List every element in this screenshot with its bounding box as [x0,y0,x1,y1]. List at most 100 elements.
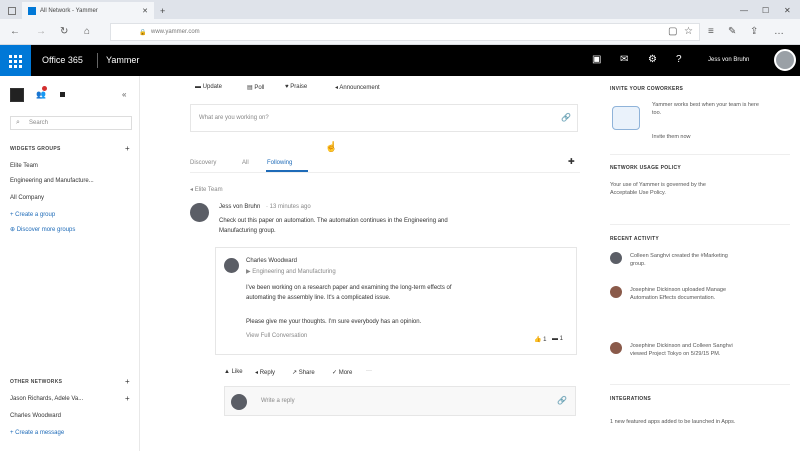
notes-icon[interactable]: ✎ [728,26,736,38]
back-icon[interactable]: ← [10,26,20,38]
inbox-nav-icon[interactable] [60,92,65,97]
tab-icon [8,6,16,15]
search-placeholder: Search [29,120,49,126]
mouse-cursor-icon: ☝ [325,142,338,153]
share-icon[interactable]: ⇪ [750,26,758,38]
shared-body-line-2: automating the assembly line. It's a com… [246,295,391,301]
feed-settings-icon[interactable]: ✚ [568,157,575,166]
shared-body-line-1: I've been working on a research paper an… [246,285,452,291]
reply-box[interactable]: Write a reply 🔗 [224,386,576,416]
close-window-icon[interactable]: ✕ [784,2,791,19]
user-avatar[interactable] [774,49,796,71]
people-icon[interactable]: 👥 [36,90,46,99]
sidebar-item-message-1[interactable]: Jason Richards, Adele Va... [10,396,83,402]
browser-tab-active[interactable]: All Network - Yammer ✕ [22,2,154,19]
discover-groups-link[interactable]: ⊕ Discover more groups [10,226,75,233]
office-365-link[interactable]: Office 365 [42,55,83,65]
message-add-icon[interactable]: + [125,394,130,403]
other-networks-heading: OTHER NETWORKS [10,379,63,385]
publisher-tab-update[interactable]: ▬ Update [195,84,222,90]
reply-icon: ▬ [552,336,560,342]
policy-text[interactable]: Your use of Yammer is governed by the Ac… [610,181,730,197]
address-bar[interactable]: 🔒 www.yammer.com [110,23,700,41]
favorites-hub-icon[interactable]: ≡ [708,26,714,38]
shared-group[interactable]: ▶ Engineering and Manufacturing [246,268,336,275]
publisher-tab-praise[interactable]: ♥ Praise [285,84,307,90]
user-name[interactable]: Jess von Bruhn [708,57,749,63]
tab-list-button[interactable] [2,2,20,19]
share-button[interactable]: ↗ Share [292,369,315,376]
activity-item[interactable]: Josephine Dickinson uploaded Manage Auto… [630,286,740,302]
shared-replies: ▬ 1 [552,336,564,342]
favorite-star-icon[interactable]: ☆ [684,26,693,38]
create-group-link[interactable]: + Create a group [10,212,55,218]
sidebar-search-input[interactable]: ⌕ Search [10,116,132,130]
reply-button[interactable]: ◂ Reply [255,369,275,376]
main-feed: ▬ Update ▤ Poll ♥ Praise ◂ Announcement … [140,76,600,451]
sidebar-item-all-company[interactable]: All Company [10,195,44,201]
shared-author-avatar[interactable] [224,258,239,273]
integrations-text[interactable]: 1 new featured apps added to be launched… [610,418,740,426]
forward-icon[interactable]: → [36,26,46,38]
activity-item[interactable]: Josephine Dickinson and Colleen Sanghvi … [630,342,740,358]
activity-avatar[interactable] [610,252,622,264]
networks-add-icon[interactable]: + [125,377,130,386]
home-icon[interactable]: ⌂ [84,26,90,38]
url-text: www.yammer.com [151,29,200,35]
section-divider [610,224,790,225]
view-conversation-link[interactable]: View Full Conversation [246,333,307,339]
publisher-tab-poll[interactable]: ▤ Poll [247,84,264,91]
folder-icon[interactable]: ▣ [592,54,601,65]
shared-body-line-3: Please give me your thoughts. I'm sure e… [246,319,422,325]
sidebar-item-message-2[interactable]: Charles Woodward [10,413,61,419]
shared-post-card[interactable]: Charles Woodward ▶ Engineering and Manuf… [215,247,577,355]
publisher-input[interactable]: What are you working on? 🔗 [190,104,578,132]
collapse-sidebar-icon[interactable]: « [122,90,126,99]
app-launcher-icon[interactable] [0,45,31,76]
shared-author[interactable]: Charles Woodward [246,258,297,264]
feed-tab-following[interactable]: Following [267,160,292,166]
minimize-icon[interactable]: — [740,2,748,19]
feed-tab-all[interactable]: All [242,160,249,166]
like-button[interactable]: ▲ Like [224,369,243,375]
invite-text: Yammer works best when your team is here… [652,102,759,116]
like-icon: 👍 [534,337,544,343]
invite-link[interactable]: Invite them now [652,133,691,141]
publisher-placeholder: What are you working on? [199,115,269,121]
tab-title: All Network - Yammer [40,7,98,14]
sidebar-item-elite-team[interactable]: Elite Team [10,163,38,169]
activity-heading: RECENT ACTIVITY [610,236,660,242]
suite-bar: Office 365 Yammer ▣ ✉ ⚙ ? Jess von Bruhn [0,45,800,76]
reply-attach-icon[interactable]: 🔗 [557,396,567,405]
post-group-label[interactable]: ◂ Elite Team [190,186,223,193]
attach-icon[interactable]: 🔗 [561,113,571,122]
activity-avatar[interactable] [610,342,622,354]
more-options-icon[interactable]: ··· [366,368,372,374]
right-rail: INVITE YOUR COWORKERS Yammer works best … [600,76,800,451]
product-name[interactable]: Yammer [106,55,139,65]
create-message-link[interactable]: + Create a message [10,430,64,436]
home-feed-icon[interactable] [10,88,24,102]
policy-heading: NETWORK USAGE POLICY [610,165,682,171]
sidebar-item-engineering[interactable]: Engineering and Manufacture... [10,178,94,184]
settings-gear-icon[interactable]: ⚙ [648,54,657,65]
post-author-avatar[interactable] [190,203,209,222]
feed-tab-discovery[interactable]: Discovery [190,160,216,166]
post-body-line-1: Check out this paper on automation. The … [219,218,448,224]
reading-view-icon[interactable]: ▢ [668,26,677,38]
help-icon[interactable]: ? [676,54,682,65]
more-button[interactable]: ✓ More [332,369,352,376]
maximize-icon[interactable]: ☐ [762,2,769,19]
close-tab-icon[interactable]: ✕ [142,7,148,15]
section-divider [610,384,790,385]
reply-avatar [231,394,247,410]
activity-item[interactable]: Colleen Sanghvi created the #Marketing g… [630,252,740,268]
add-group-icon[interactable]: + [125,144,130,153]
inbox-icon[interactable]: ✉ [620,54,628,65]
refresh-icon[interactable]: ↻ [60,26,68,38]
post-author[interactable]: Jess von Bruhn [219,204,260,210]
new-tab-button[interactable]: + [160,2,174,19]
activity-avatar[interactable] [610,286,622,298]
publisher-tab-announcement[interactable]: ◂ Announcement [335,84,380,91]
more-icon[interactable]: … [774,26,784,38]
